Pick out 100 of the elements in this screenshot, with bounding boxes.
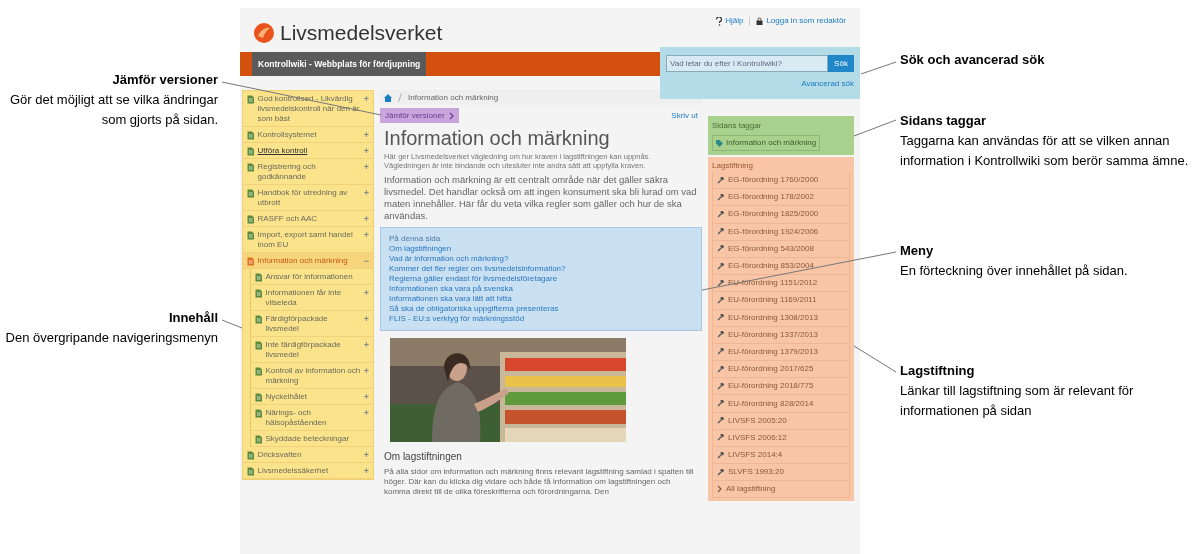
toggle-icon[interactable]: +	[363, 313, 369, 324]
menu-link[interactable]: FLIS - EU:s verktyg för märkningsstöd	[389, 314, 525, 324]
gavel-icon	[717, 434, 724, 442]
toggle-icon[interactable]: +	[363, 129, 369, 140]
toggle-icon[interactable]: +	[363, 213, 369, 224]
menu-link[interactable]: Kommer det fler regler om livsmedelsinformation?	[389, 264, 566, 274]
legislation-link[interactable]: EU-förordning 2018/775	[712, 378, 850, 396]
toggle-icon[interactable]: +	[363, 407, 369, 418]
search-button[interactable]: Sök	[828, 55, 854, 72]
annotation-text: Taggarna kan användas för att se vilken annan information i Kontrollwiki som berör samma ämne.	[900, 132, 1190, 170]
annotation-title: Meny	[900, 242, 935, 260]
document-icon	[247, 214, 255, 224]
menu-link[interactable]: Informationen ska vara lätt att hitta	[389, 294, 512, 304]
tag-link[interactable]: Information och märkning	[712, 135, 821, 151]
sidebar-item[interactable]: Utföra kontroll +	[243, 143, 373, 159]
all-legislation-link[interactable]: All lagstiftning	[712, 481, 850, 499]
gavel-icon	[717, 245, 724, 253]
toggle-icon[interactable]: +	[363, 93, 369, 104]
legislation-link[interactable]: EG-förordning 543/2008	[712, 240, 850, 258]
toggle-icon[interactable]: +	[363, 187, 369, 198]
compare-versions-button[interactable]: Jämför versioner	[380, 108, 459, 123]
toggle-icon[interactable]: +	[363, 365, 369, 376]
sidebar-item[interactable]: Livsmedelssäkerhet +	[243, 463, 373, 479]
menu-link[interactable]: Om lagstiftningen	[389, 244, 452, 254]
site-title: Kontrollwiki - Webbplats för fördjupning	[252, 52, 427, 76]
lead-paragraph: Information och märkning är ett centralt område när det gäller säkra livsmedel. Det handlar också om att ingen konsument ska bli lurad om vad maten innehåller. Här får du veta vilka regler som gäller och hur de ska användas.	[383, 174, 698, 222]
legislation-link[interactable]: EG-förordning 178/2002	[712, 189, 850, 207]
toggle-icon[interactable]: +	[363, 339, 369, 350]
legislation-link[interactable]: EU-förordning 2017/625	[712, 361, 850, 379]
lock-icon	[756, 17, 764, 25]
legislation-link[interactable]: EU-förordning 1308/2013	[712, 309, 850, 327]
legislation-heading: Lagstiftning	[712, 160, 754, 171]
separator-icon	[398, 93, 402, 102]
annotation-text: Den övergripande navigeringsmenyn	[5, 329, 218, 347]
menu-link[interactable]: Informationen ska vara på svenska	[389, 284, 514, 294]
gavel-icon	[717, 365, 724, 373]
document-icon	[247, 256, 255, 266]
sidebar-item[interactable]: Inte färdigförpackade livsmedel +	[251, 337, 373, 363]
sidebar-item[interactable]: Kontroll av information och märkning +	[251, 363, 373, 389]
sidebar-item[interactable]: Informationen får inte vilseleda +	[251, 285, 373, 311]
home-icon	[384, 93, 392, 102]
toggle-icon[interactable]: +	[363, 465, 369, 476]
logo-icon	[254, 22, 274, 43]
annotation-text: Gör det möjligt att se vilka ändringar som gjorts på sidan.	[8, 91, 218, 129]
document-icon	[247, 162, 255, 172]
toggle-icon[interactable]: +	[363, 145, 369, 156]
sidebar-item[interactable]: Färdigförpackade livsmedel +	[251, 311, 373, 337]
toggle-icon[interactable]: +	[363, 229, 369, 240]
document-icon	[247, 146, 255, 156]
login-link[interactable]: Logga in som redaktör	[756, 15, 846, 27]
annotation-text: Länkar till lagstiftning som är relevant för informationen på sidan	[900, 382, 1135, 420]
toggle-icon[interactable]: +	[363, 161, 369, 172]
legislation-link[interactable]: EG-förordning 1760/2000	[712, 172, 850, 190]
legislation-link[interactable]: EG-förordning 853/2004	[712, 257, 850, 276]
section-heading: Om lagstiftningen	[383, 450, 463, 464]
menu-heading: På denna sida	[389, 234, 442, 244]
advanced-search-link[interactable]: Avancerad sök	[801, 78, 854, 90]
search-field[interactable]: Vad letar du efter i Kontrollwiki?	[666, 55, 828, 72]
help-link[interactable]: Hjälp	[715, 15, 744, 27]
annotation-title: Sidans taggar	[900, 112, 987, 130]
legislation-link[interactable]: EU-förordning 828/2014	[712, 395, 850, 413]
sidebar-item[interactable]: Ansvar för informationen	[251, 269, 373, 285]
sidebar-item[interactable]: Dricksvatten +	[243, 447, 373, 463]
gavel-icon	[717, 348, 724, 356]
toggle-icon[interactable]: +	[363, 391, 369, 402]
document-icon	[255, 314, 263, 324]
legislation-link[interactable]: EU-förordning 1337/2013	[712, 326, 850, 344]
toggle-icon[interactable]: −	[363, 255, 369, 266]
legislation-link[interactable]: EG-förordning 1924/2006	[712, 223, 850, 241]
gavel-icon	[717, 228, 724, 236]
legislation-link[interactable]: LIVSFS 2014:4	[712, 447, 850, 465]
legislation-link[interactable]: LIVSFS 2006:12	[712, 429, 850, 447]
legislation-link[interactable]: EU-förordning 1379/2013	[712, 343, 850, 362]
legislation-link[interactable]: SLVFS 1993:20	[712, 464, 850, 482]
leader-line	[860, 61, 897, 75]
document-icon	[255, 340, 263, 350]
gavel-icon	[717, 314, 724, 322]
sidebar-item[interactable]: Närings- och hälsopåståenden +	[251, 405, 373, 431]
sidebar-item[interactable]: Skyddade beteckningar	[251, 431, 373, 447]
sidebar-item[interactable]: Nyckelhålet +	[251, 389, 373, 405]
sidebar-item[interactable]: Information och märkning −	[243, 253, 373, 269]
sidebar-item[interactable]: Registrering och godkännande +	[243, 159, 373, 185]
leader-line	[853, 345, 897, 373]
menu-link[interactable]: Vad är information och märkning?	[389, 254, 509, 264]
menu-link[interactable]: Reglerna gäller endast för livsmedelsföretagare	[389, 274, 558, 284]
document-icon	[247, 130, 255, 140]
gavel-icon	[717, 176, 724, 184]
toggle-icon[interactable]: +	[363, 287, 369, 298]
print-link[interactable]: Skriv ut	[671, 109, 702, 122]
page-title: Information och märkning	[383, 126, 611, 150]
sidebar-item[interactable]: Handbok för utredning av utbrott +	[243, 185, 373, 211]
legislation-link[interactable]: EU-förordning 1169/2011	[712, 292, 850, 310]
sidebar-item[interactable]: Kontrollsystemet +	[243, 127, 373, 143]
toggle-icon[interactable]: +	[363, 449, 369, 460]
menu-link[interactable]: Så ska de obligatoriska uppgifterna presenteras	[389, 304, 559, 314]
sidebar-item[interactable]: RASFF och AAC +	[243, 211, 373, 227]
legislation-link[interactable]: EG-förordning 1825/2000	[712, 206, 850, 224]
tags-heading: Sidans taggar	[712, 120, 763, 132]
legislation-link[interactable]: LIVSFS 2005:20	[712, 412, 850, 430]
leader-line	[853, 119, 897, 137]
